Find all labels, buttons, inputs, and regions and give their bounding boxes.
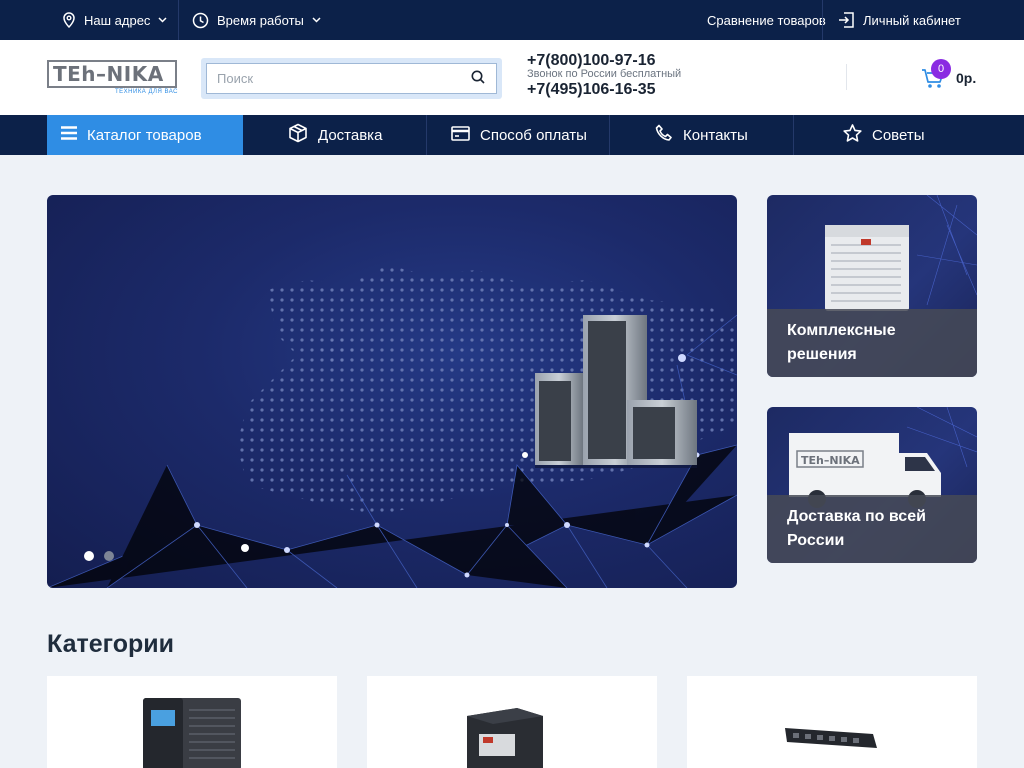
header: TEh–NIKA ТЕХНИКА ДЛЯ ВАС +7(800)100-97-1… <box>0 40 1024 115</box>
nav-item-payment[interactable]: Способ оплаты <box>451 115 587 155</box>
logo[interactable]: TEh –NIKA ТЕХНИКА ДЛЯ ВАС <box>47 60 179 96</box>
cart-count-badge: 0 <box>931 59 951 79</box>
compare-label: Сравнение товаров <box>707 12 826 28</box>
clock-icon <box>192 12 209 29</box>
chevron-down-icon <box>158 17 167 23</box>
ups-unit-image <box>143 698 241 768</box>
slider-dot[interactable] <box>104 551 114 561</box>
phone-icon <box>655 124 673 146</box>
nav-item-contacts[interactable]: Контакты <box>655 115 748 155</box>
nav-item-label: Советы <box>872 126 925 144</box>
svg-text:TEh–NIKA: TEh–NIKA <box>801 454 860 467</box>
logo-tagline: ТЕХНИКА ДЛЯ ВАС <box>115 89 178 95</box>
top-bar: Наш адрес Время работы Сравнение товаров… <box>0 0 1024 40</box>
slider-pagination <box>84 551 114 561</box>
address-dropdown[interactable]: Наш адрес <box>62 0 167 40</box>
promo-card-caption: Комплексные решения <box>767 309 977 377</box>
nav-item-label: Доставка <box>318 126 383 144</box>
category-card-ups[interactable] <box>47 676 337 768</box>
menu-icon <box>61 126 77 144</box>
main-nav: Каталог товаров Доставка Способ оплаты К… <box>0 115 1024 155</box>
star-icon <box>843 124 862 146</box>
search-input[interactable] <box>206 63 497 94</box>
hours-label: Время работы <box>217 12 304 28</box>
search-icon[interactable] <box>471 70 487 86</box>
location-pin-icon <box>62 12 76 28</box>
pdu-image <box>785 728 877 748</box>
catalog-label: Каталог товаров <box>87 126 202 144</box>
divider <box>793 115 794 155</box>
category-card-pdu[interactable] <box>687 676 977 768</box>
login-icon <box>838 12 855 28</box>
divider <box>822 0 823 40</box>
compare-link[interactable]: Сравнение товаров <box>707 0 826 40</box>
account-link[interactable]: Личный кабинет <box>838 0 961 40</box>
hours-dropdown[interactable]: Время работы <box>192 0 321 40</box>
slider-dot[interactable] <box>84 551 94 561</box>
hero-slide-image <box>47 265 737 588</box>
cart-total[interactable]: 0р. <box>956 70 976 86</box>
battery-image <box>467 708 543 768</box>
nav-item-label: Способ оплаты <box>480 126 587 144</box>
phone-note: Звонок по России бесплатный <box>527 68 682 80</box>
chevron-down-icon <box>312 17 321 23</box>
card-icon <box>451 125 470 145</box>
divider <box>609 115 610 155</box>
divider <box>426 115 427 155</box>
divider <box>846 64 847 90</box>
promo-card-delivery[interactable]: TEh–NIKA Доставка по всей России <box>767 407 977 563</box>
category-card-batteries[interactable] <box>367 676 657 768</box>
nav-item-delivery[interactable]: Доставка <box>288 115 382 155</box>
phone-secondary[interactable]: +7(495)106-16-35 <box>527 81 681 99</box>
box-icon <box>288 123 308 147</box>
search-box <box>201 58 502 99</box>
promo-card-caption: Доставка по всей России <box>767 495 977 563</box>
address-label: Наш адрес <box>84 12 151 28</box>
categories-heading: Категории <box>47 630 174 658</box>
logo-text: TEh <box>53 62 97 86</box>
divider <box>178 0 179 40</box>
phones-block: +7(800)100-97-16 Звонок по России беспла… <box>527 52 681 99</box>
logo-text-suffix: –NIKA <box>96 62 164 86</box>
account-label: Личный кабинет <box>863 12 961 28</box>
hero-slider[interactable] <box>47 195 737 588</box>
nav-item-label: Контакты <box>683 126 748 144</box>
promo-card-solutions[interactable]: Комплексные решения <box>767 195 977 377</box>
catalog-button[interactable]: Каталог товаров <box>47 115 243 155</box>
nav-item-tips[interactable]: Советы <box>843 115 924 155</box>
